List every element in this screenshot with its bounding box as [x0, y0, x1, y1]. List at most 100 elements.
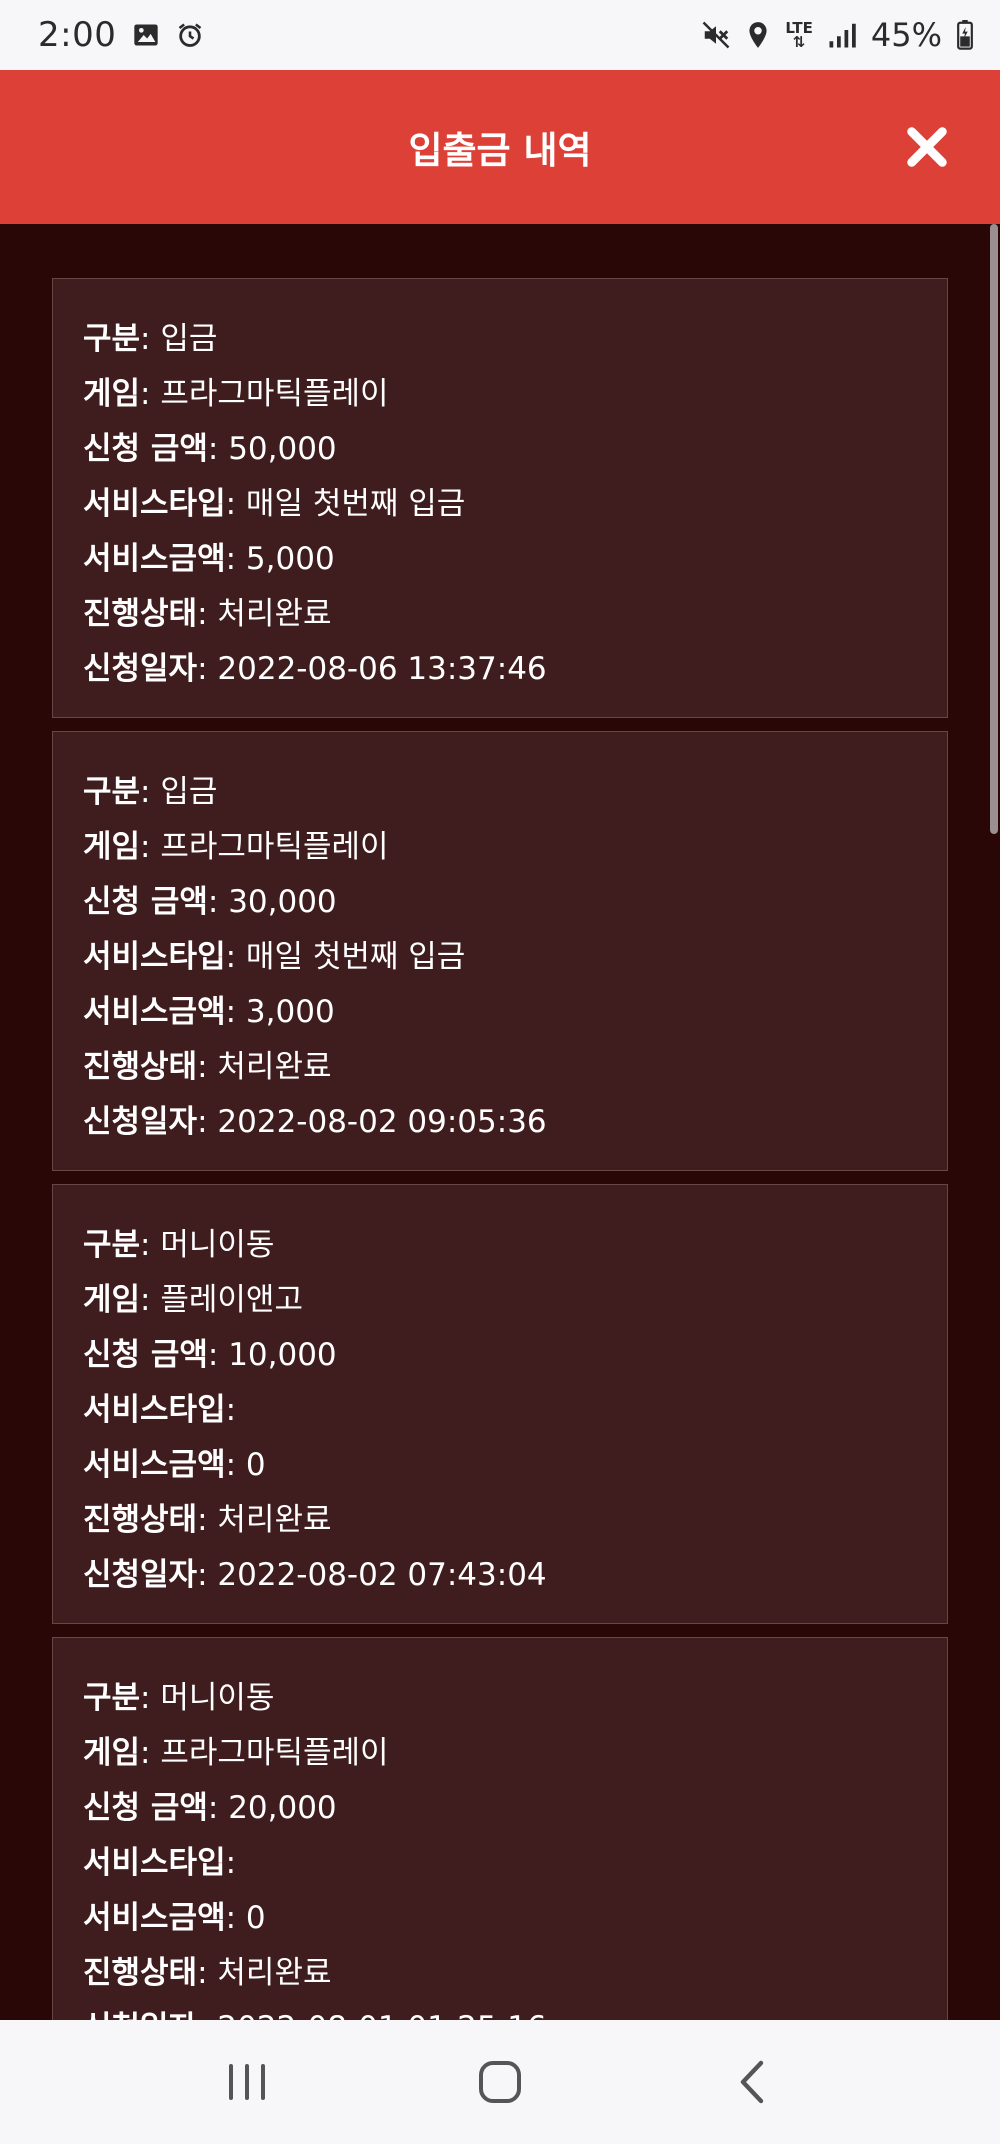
row-date: 신청일자: 2022-08-02 09:05:36 [83, 1104, 547, 1140]
label-type: 구분 [83, 1227, 141, 1263]
value-game: 플레이앤고 [160, 1282, 303, 1318]
label-service-type: 서비스타입 [83, 1392, 226, 1428]
label-type: 구분 [83, 774, 141, 810]
value-date: 2022-08-02 09:05:36 [217, 1104, 547, 1140]
page-title: 입출금 내역 [408, 129, 592, 172]
label-service-type: 서비스타입 [83, 1845, 226, 1881]
row-service-amount: 서비스금액: 0 [83, 1447, 266, 1483]
value-service-type: 매일 첫번째 입금 [245, 939, 466, 975]
label-status: 진행상태 [83, 1955, 198, 1991]
value-status: 처리완료 [217, 1502, 332, 1538]
value-amount: 20,000 [228, 1790, 337, 1826]
label-service-amount: 서비스금액 [83, 541, 226, 577]
row-type: 구분: 머니이동 [83, 1227, 275, 1263]
value-service-amount: 0 [245, 1447, 266, 1483]
status-right: LTE ⇅ 45% [701, 16, 974, 54]
value-amount: 10,000 [228, 1337, 337, 1373]
label-service-type: 서비스타입 [83, 939, 226, 975]
row-service-amount: 서비스금액: 0 [83, 1900, 266, 1936]
back-icon [741, 2060, 764, 2104]
label-service-amount: 서비스금액 [83, 994, 226, 1030]
label-amount: 신청 금액 [83, 884, 208, 920]
status-bar: 2:00 LTE ⇅ 45% [0, 0, 1000, 70]
recents-icon [228, 2064, 265, 2100]
label-date: 신청일자 [83, 2010, 197, 2020]
row-status: 진행상태: 처리완료 [83, 1502, 332, 1538]
value-status: 처리완료 [217, 596, 332, 632]
row-service-amount: 서비스금액: 3,000 [83, 994, 335, 1030]
close-icon [907, 127, 947, 167]
alarm-icon [176, 21, 204, 49]
value-service-amount: 5,000 [245, 541, 335, 577]
label-date: 신청일자 [83, 1104, 198, 1140]
label-game: 게임 [83, 1282, 141, 1318]
row-amount: 신청 금액: 50,000 [83, 431, 337, 467]
label-service-type: 서비스타입 [83, 486, 226, 522]
transaction-card: 구분: 머니이동 게임: 플레이앤고 신청 금액: 10,000 서비스타입: … [52, 1184, 948, 1624]
row-game: 게임: 프라그마틱플레이 [83, 829, 389, 865]
row-game: 게임: 프라그마틱플레이 [83, 1735, 389, 1771]
scrollbar[interactable] [988, 224, 1000, 2020]
label-date: 신청일자 [83, 1557, 198, 1593]
value-service-amount: 0 [245, 1900, 266, 1936]
row-type: 구분: 머니이동 [83, 1680, 275, 1716]
row-service-type: 서비스타입: [83, 1392, 237, 1428]
row-date: 신청일자: 2022-08-06 13:37:46 [83, 651, 547, 687]
label-game: 게임 [83, 829, 141, 865]
home-button[interactable] [470, 2052, 530, 2112]
value-type: 머니이동 [160, 1680, 275, 1716]
lte-indicator: LTE ⇅ [785, 21, 813, 50]
back-button[interactable] [723, 2052, 783, 2112]
home-icon [478, 2061, 521, 2103]
value-service-amount: 3,000 [245, 994, 335, 1030]
label-status: 진행상태 [83, 596, 198, 632]
row-status: 진행상태: 처리완료 [83, 1955, 332, 1991]
label-date: 신청일자 [83, 651, 198, 687]
label-type: 구분 [83, 321, 141, 357]
row-service-amount: 서비스금액: 5,000 [83, 541, 335, 577]
location-icon [745, 20, 771, 50]
label-status: 진행상태 [83, 1049, 198, 1085]
value-game: 프라그마틱플레이 [160, 376, 389, 412]
gallery-icon [132, 21, 160, 49]
value-type: 머니이동 [160, 1227, 275, 1263]
label-status: 진행상태 [83, 1502, 198, 1538]
row-game: 게임: 플레이앤고 [83, 1282, 303, 1318]
system-nav-bar [0, 2020, 1000, 2144]
transaction-list[interactable]: 구분: 입금 게임: 프라그마틱플레이 신청 금액: 50,000 서비스타입:… [0, 224, 1000, 2020]
scrollbar-thumb[interactable] [990, 224, 998, 834]
value-status: 처리완료 [217, 1049, 332, 1085]
label-amount: 신청 금액 [83, 431, 208, 467]
row-amount: 신청 금액: 10,000 [83, 1337, 337, 1373]
value-game: 프라그마틱플레이 [160, 1735, 389, 1771]
transaction-card: 구분: 입금 게임: 프라그마틱플레이 신청 금액: 30,000 서비스타입:… [52, 731, 948, 1171]
label-game: 게임 [83, 1735, 141, 1771]
transaction-card: 구분: 입금 게임: 프라그마틱플레이 신청 금액: 50,000 서비스타입:… [52, 278, 948, 718]
label-amount: 신청 금액 [83, 1337, 208, 1373]
value-amount: 30,000 [228, 884, 337, 920]
close-button[interactable] [902, 122, 952, 172]
value-date: 2022-08-06 13:37:46 [217, 651, 547, 687]
value-service-type: 매일 첫번째 입금 [245, 486, 466, 522]
battery-percent: 45% [870, 16, 942, 54]
row-amount: 신청 금액: 30,000 [83, 884, 337, 920]
screen: 2:00 LTE ⇅ 45% 입출금 내역 구분: 입금 게임: 프라그마틱플레… [0, 0, 1000, 2144]
label-game: 게임 [83, 376, 141, 412]
value-date: 2022-08-02 07:43:04 [217, 1557, 547, 1593]
status-time: 2:00 [38, 15, 117, 55]
row-service-type: 서비스타입: [83, 1845, 237, 1881]
label-service-amount: 서비스금액 [83, 1900, 226, 1936]
value-date: 2022-08-01 01:25:16 [217, 2010, 546, 2020]
row-date: 신청일자: 2022-08-01 01:25:16 [83, 2001, 917, 2020]
value-type: 입금 [160, 774, 218, 810]
signal-icon [827, 21, 857, 49]
value-amount: 50,000 [228, 431, 337, 467]
status-left: 2:00 [38, 15, 204, 55]
mute-icon [701, 20, 731, 50]
row-status: 진행상태: 처리완료 [83, 1049, 332, 1085]
row-service-type: 서비스타입: 매일 첫번째 입금 [83, 486, 466, 522]
label-type: 구분 [83, 1680, 141, 1716]
row-amount: 신청 금액: 20,000 [83, 1790, 337, 1826]
recents-button[interactable] [217, 2052, 277, 2112]
app-header: 입출금 내역 [0, 70, 1000, 224]
